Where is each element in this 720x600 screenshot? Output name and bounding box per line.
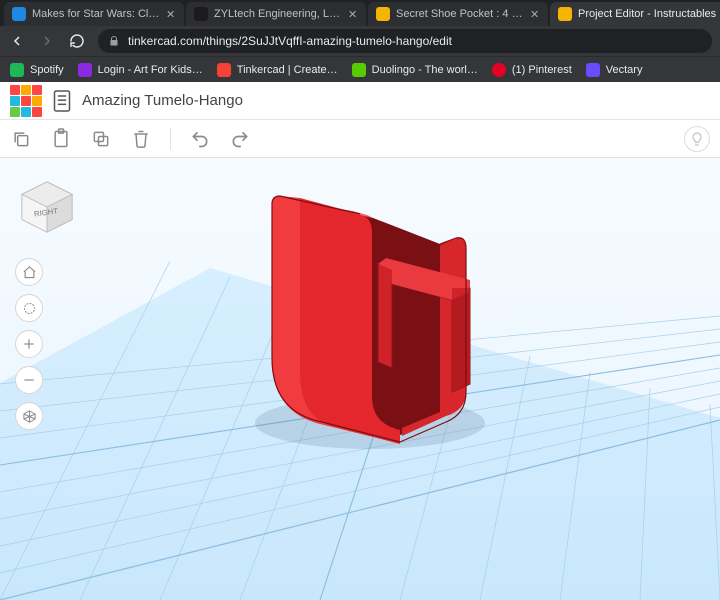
bookmarks-bar: Spotify Login - Art For Kids… Tinkercad … (0, 56, 720, 82)
favicon-icon (10, 63, 24, 77)
tab-title: Secret Shoe Pocket : 4 Steps - I… (396, 8, 524, 20)
project-title[interactable]: Amazing Tumelo-Hango (82, 92, 243, 109)
favicon-icon (492, 63, 506, 77)
favicon-icon (194, 7, 208, 21)
tab-2[interactable]: Secret Shoe Pocket : 4 Steps - I… ✕ (368, 2, 548, 26)
bookmark-pinterest[interactable]: (1) Pinterest (492, 63, 572, 77)
duplicate-button[interactable] (90, 128, 112, 150)
tab-1[interactable]: ZYLtech Engineering, LLC - Sho… ✕ (186, 2, 366, 26)
zoom-in-button[interactable] (15, 330, 43, 358)
tab-0[interactable]: Makes for Star Wars: Clone Ai… ✕ (4, 2, 184, 26)
bookmark-spotify[interactable]: Spotify (10, 63, 64, 77)
bookmark-duolingo[interactable]: Duolingo - The worl… (352, 63, 478, 77)
bookmark-label: Login - Art For Kids… (98, 64, 203, 76)
ortho-toggle-button[interactable] (15, 402, 43, 430)
reload-button[interactable] (68, 32, 86, 50)
favicon-icon (586, 63, 600, 77)
tab-3[interactable]: Project Editor - Instructables (550, 2, 720, 26)
tinkercad-logo[interactable] (10, 85, 42, 117)
home-view-button[interactable] (15, 258, 43, 286)
tinkercad-header: Amazing Tumelo-Hango (0, 82, 720, 120)
zoom-out-button[interactable] (15, 366, 43, 394)
copy-button[interactable] (10, 128, 32, 150)
bookmark-label: Spotify (30, 64, 64, 76)
address-bar: tinkercad.com/things/2SuJJtVqffI-amazing… (0, 26, 720, 56)
delete-button[interactable] (130, 128, 152, 150)
bookmark-label: Tinkercad | Create… (237, 64, 338, 76)
hints-button[interactable] (684, 126, 710, 152)
model-3d[interactable] (272, 196, 470, 444)
bookmark-tinkercad[interactable]: Tinkercad | Create… (217, 63, 338, 77)
close-icon[interactable]: ✕ (166, 8, 176, 21)
tab-strip: Makes for Star Wars: Clone Ai… ✕ ZYLtech… (0, 0, 720, 26)
fit-view-button[interactable] (15, 294, 43, 322)
favicon-icon (78, 63, 92, 77)
close-icon[interactable]: ✕ (530, 8, 540, 21)
paste-button[interactable] (50, 128, 72, 150)
document-list-icon[interactable] (52, 89, 72, 113)
favicon-icon (217, 63, 231, 77)
url-text: tinkercad.com/things/2SuJJtVqffI-amazing… (128, 34, 452, 48)
bookmark-label: Vectary (606, 64, 643, 76)
tab-title: Project Editor - Instructables (578, 8, 716, 20)
forward-button[interactable] (38, 32, 56, 50)
toolbar-separator (170, 128, 171, 150)
favicon-icon (12, 7, 26, 21)
bookmark-artforkids[interactable]: Login - Art For Kids… (78, 63, 203, 77)
bookmark-label: Duolingo - The worl… (372, 64, 478, 76)
redo-button[interactable] (229, 128, 251, 150)
bookmark-label: (1) Pinterest (512, 64, 572, 76)
omnibox[interactable]: tinkercad.com/things/2SuJJtVqffI-amazing… (98, 29, 712, 53)
workplane-grid (0, 158, 720, 600)
view-cube[interactable]: RIGHT (18, 178, 76, 236)
tab-title: ZYLtech Engineering, LLC - Sho… (214, 8, 342, 20)
browser-chrome: Makes for Star Wars: Clone Ai… ✕ ZYLtech… (0, 0, 720, 82)
favicon-icon (352, 63, 366, 77)
viewport-3d[interactable]: RIGHT (0, 158, 720, 600)
tinkercad-toolbar (0, 120, 720, 158)
favicon-icon (558, 7, 572, 21)
bookmark-vectary[interactable]: Vectary (586, 63, 643, 77)
undo-button[interactable] (189, 128, 211, 150)
close-icon[interactable]: ✕ (348, 8, 358, 21)
tab-title: Makes for Star Wars: Clone Ai… (32, 8, 160, 20)
view-nav-column (15, 258, 43, 430)
back-button[interactable] (8, 32, 26, 50)
favicon-icon (376, 7, 390, 21)
lock-icon (108, 35, 120, 47)
